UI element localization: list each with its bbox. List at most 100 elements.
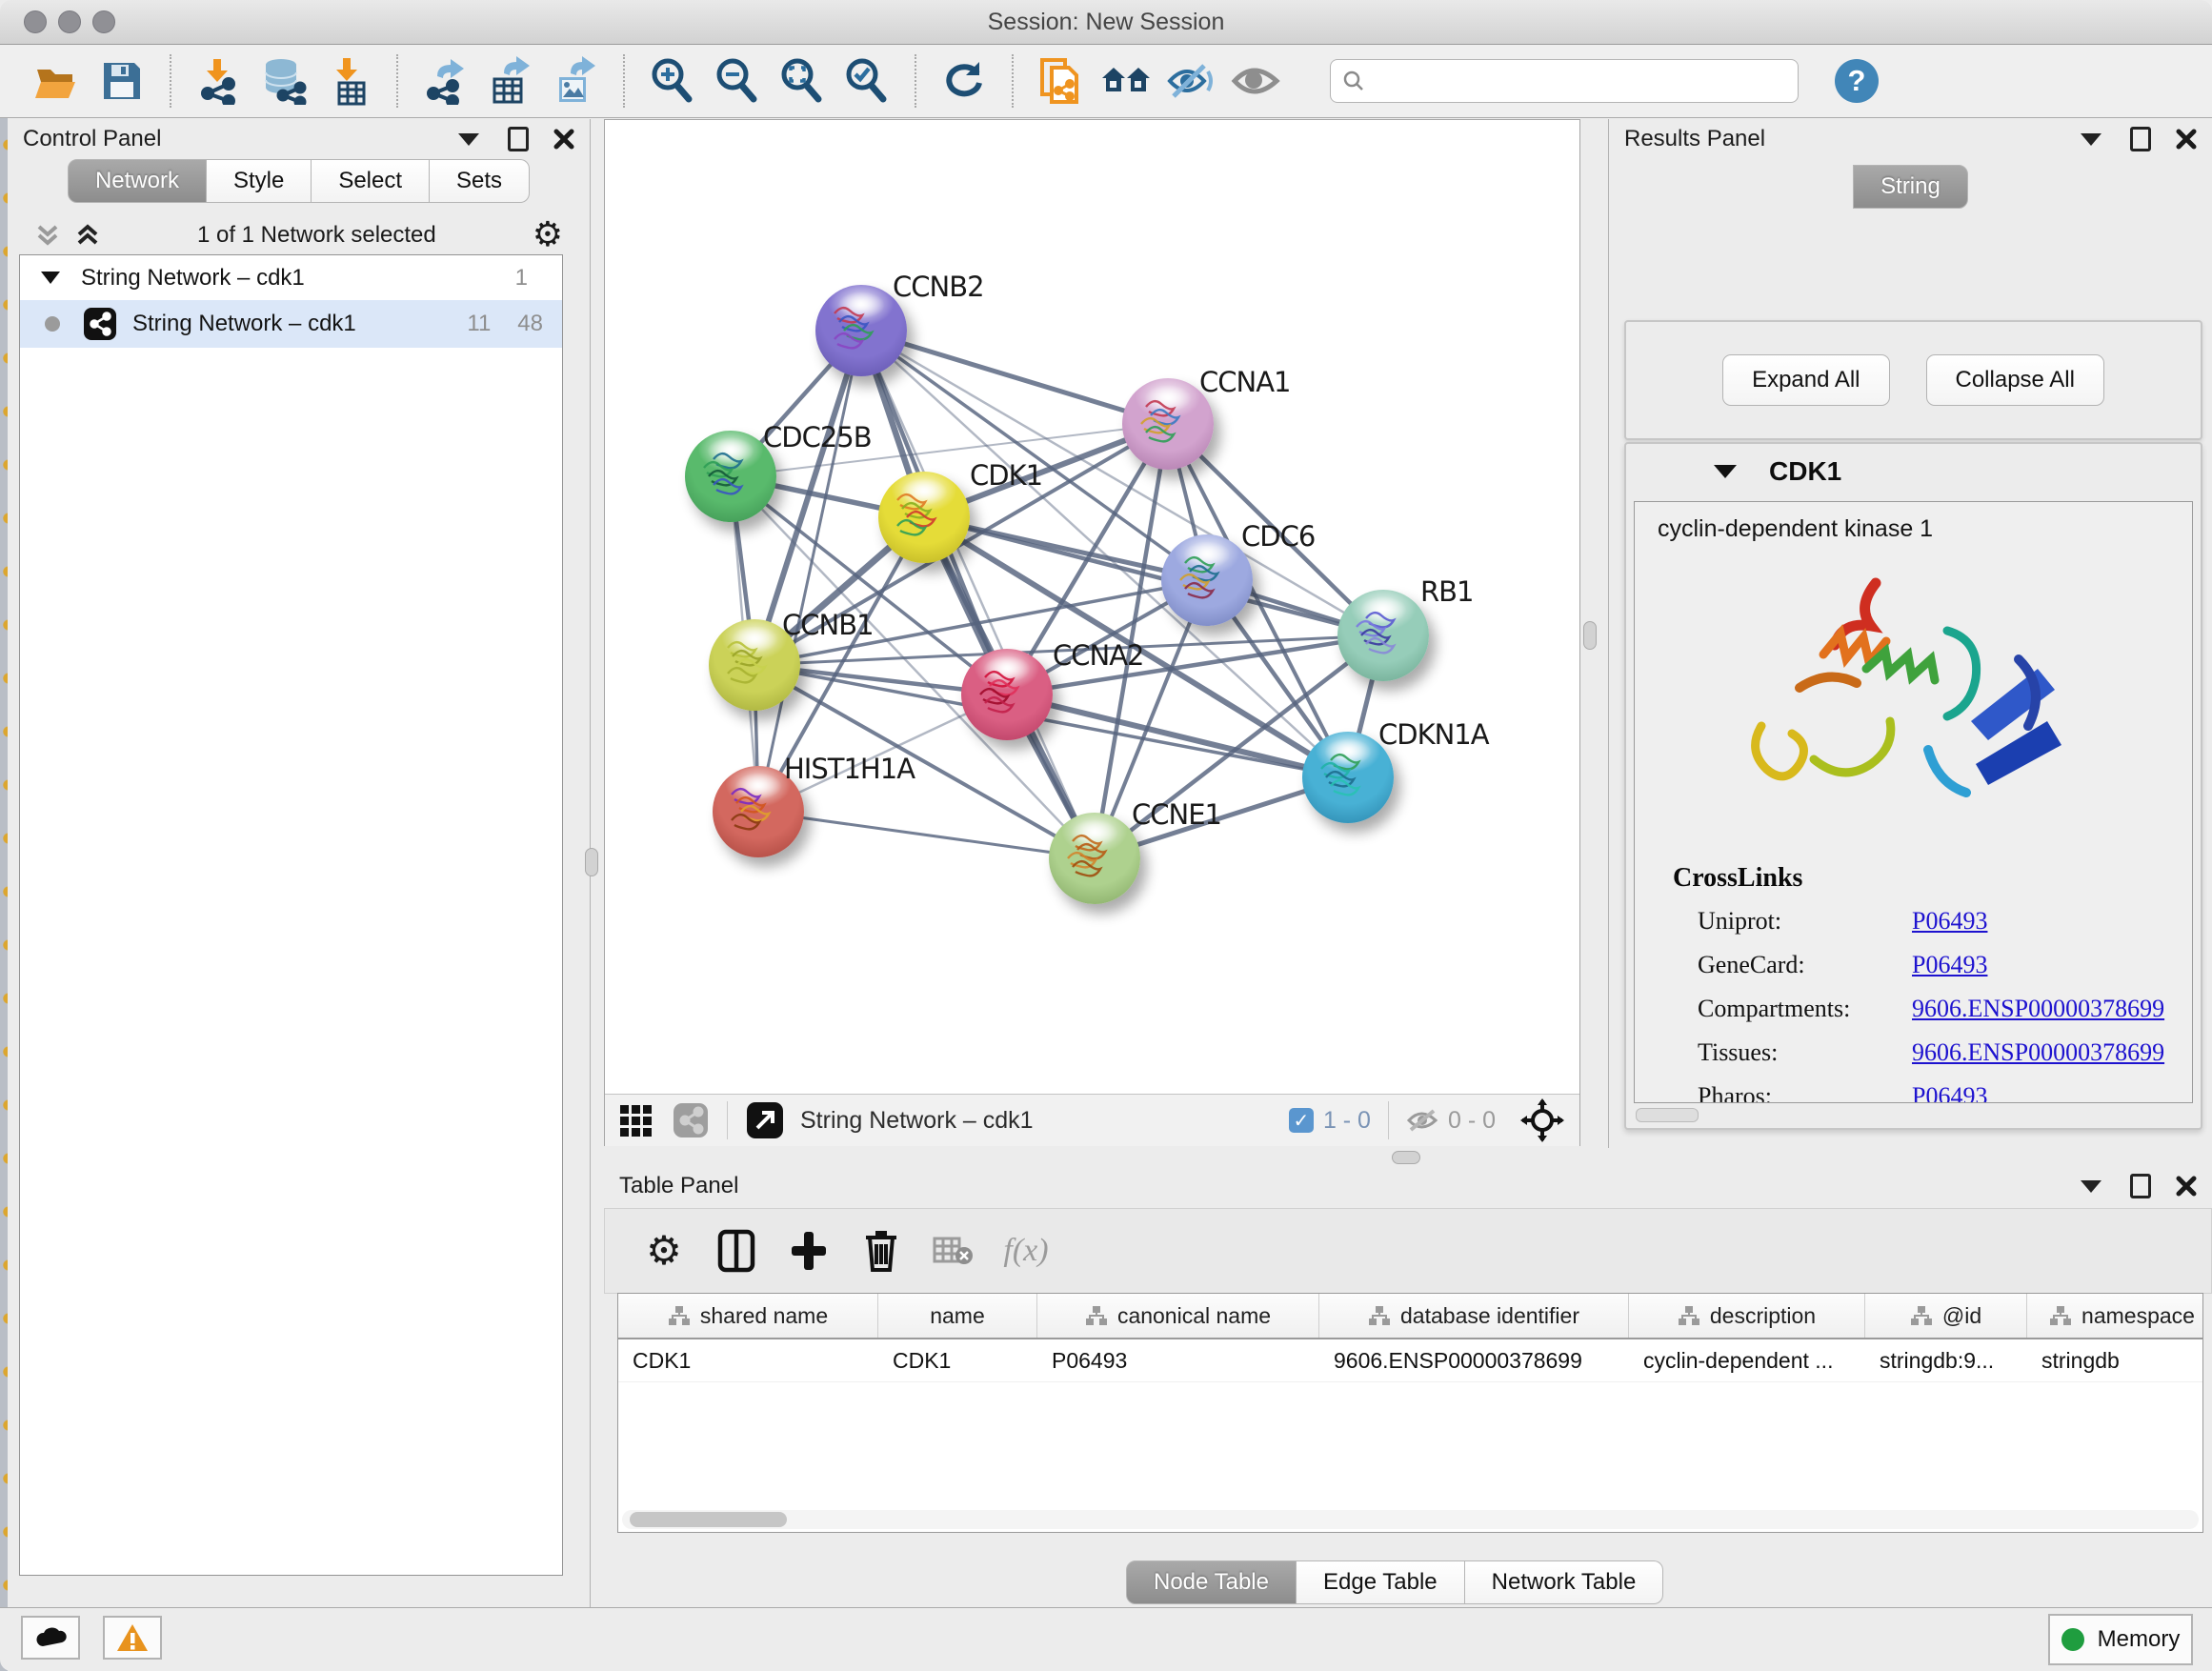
node-label-CCNA1: CCNA1 (1199, 366, 1290, 398)
table-cell[interactable]: CDK1 (878, 1339, 1037, 1381)
table-hscrollbar[interactable] (622, 1510, 2199, 1529)
maximize-window-button[interactable] (92, 10, 115, 33)
import-network-file-icon[interactable] (193, 55, 245, 107)
show-all-icon[interactable] (1230, 55, 1281, 107)
crosslink-link[interactable]: P06493 (1912, 1075, 1987, 1103)
function-builder-icon[interactable]: f(x) (999, 1224, 1053, 1278)
table-cell[interactable]: cyclin-dependent ... (1629, 1339, 1865, 1381)
import-network-database-icon[interactable] (258, 55, 310, 107)
delete-table-icon[interactable] (927, 1224, 980, 1278)
left-splitter-handle[interactable] (585, 848, 598, 876)
help-button[interactable]: ? (1835, 59, 1879, 103)
zoom-out-icon[interactable] (712, 55, 763, 107)
network-view-icon[interactable] (672, 1101, 710, 1139)
column-header-database-identifier[interactable]: database identifier (1319, 1294, 1629, 1338)
zoom-selected-icon[interactable] (841, 55, 893, 107)
edge-CCNB2-HIST1H1A[interactable] (758, 331, 861, 812)
duplicate-network-icon[interactable] (1036, 55, 1087, 107)
warnings-button[interactable] (103, 1616, 162, 1660)
memory-button[interactable]: Memory (2048, 1614, 2193, 1665)
minimize-window-button[interactable] (58, 10, 81, 33)
right-splitter-handle[interactable] (1583, 621, 1597, 650)
export-network-icon[interactable] (420, 55, 472, 107)
table-hscroll-thumb[interactable] (630, 1512, 787, 1527)
zoom-fit-icon[interactable] (776, 55, 828, 107)
tab-string[interactable]: String (1853, 165, 1968, 209)
table-options-gear-icon[interactable]: ⚙ (637, 1224, 691, 1278)
fit-selected-icon[interactable] (1520, 1098, 1564, 1142)
collection-expand-icon[interactable] (41, 272, 60, 284)
tab-select[interactable]: Select (312, 159, 430, 203)
table-cell[interactable]: 9606.ENSP00000378699 (1319, 1339, 1629, 1381)
column-header-namespace[interactable]: namespace (2027, 1294, 2203, 1338)
collapse-all-button[interactable]: Collapse All (1926, 354, 2104, 406)
column-header-description[interactable]: description (1629, 1294, 1865, 1338)
export-table-icon[interactable] (485, 55, 536, 107)
node-RB1[interactable] (1337, 590, 1429, 681)
tab-style[interactable]: Style (207, 159, 312, 203)
close-panel-icon[interactable] (553, 129, 574, 150)
export-image-icon[interactable] (550, 55, 601, 107)
collapse-all-icon[interactable] (34, 223, 61, 248)
tab-network[interactable]: Network (68, 159, 207, 203)
birds-eye-view-icon[interactable] (745, 1100, 785, 1140)
network-row-selected[interactable]: String Network – cdk1 11 48 (20, 300, 562, 348)
node-CDK1[interactable] (878, 472, 970, 563)
panel-menu-icon[interactable] (458, 133, 479, 146)
node-CCNE1[interactable] (1049, 813, 1140, 904)
save-session-icon[interactable] (96, 55, 148, 107)
crosslink-link[interactable]: 9606.ENSP00000378699 (1912, 987, 2164, 1031)
panel-menu-icon[interactable] (2081, 133, 2101, 146)
selected-checkbox-icon[interactable]: ✓ (1289, 1108, 1314, 1133)
open-session-icon[interactable] (31, 55, 83, 107)
search-input[interactable] (1375, 68, 1786, 95)
show-columns-icon[interactable] (710, 1224, 763, 1278)
float-panel-icon[interactable] (2130, 127, 2151, 151)
table-cell[interactable]: CDK1 (618, 1339, 878, 1381)
cloud-button[interactable] (21, 1616, 80, 1660)
float-panel-icon[interactable] (2130, 1174, 2151, 1198)
node-CCNA2[interactable] (961, 649, 1053, 740)
zoom-in-icon[interactable] (647, 55, 698, 107)
first-neighbors-icon[interactable] (1100, 55, 1152, 107)
expand-all-icon[interactable] (74, 223, 101, 248)
edge-HIST1H1A-CCNE1[interactable] (758, 812, 1095, 858)
results-hscroll-thumb[interactable] (1636, 1108, 1699, 1122)
tab-sets[interactable]: Sets (430, 159, 530, 203)
close-panel-icon[interactable] (2176, 1176, 2197, 1197)
float-panel-icon[interactable] (508, 127, 529, 151)
add-column-icon[interactable] (782, 1224, 835, 1278)
column-header-name[interactable]: name (878, 1294, 1037, 1338)
table-cell[interactable]: stringdb (2027, 1339, 2203, 1381)
column-header-canonical-name[interactable]: canonical name (1037, 1294, 1319, 1338)
table-cell[interactable]: stringdb:9... (1865, 1339, 2027, 1381)
crosslink-link[interactable]: P06493 (1912, 943, 1987, 987)
expand-all-button[interactable]: Expand All (1722, 354, 1889, 406)
table-row[interactable]: CDK1CDK1P064939606.ENSP00000378699cyclin… (618, 1339, 2202, 1382)
crosslink-link[interactable]: 9606.ENSP00000378699 (1912, 1031, 2164, 1075)
node-CDC6[interactable] (1161, 534, 1253, 626)
horizontal-splitter-handle[interactable] (1392, 1151, 1420, 1164)
crosslink-label: Uniprot: (1673, 899, 1912, 943)
column-header-@id[interactable]: @id (1865, 1294, 2027, 1338)
network-collection-row[interactable]: String Network – cdk1 1 (20, 255, 562, 300)
delete-column-icon[interactable] (855, 1224, 908, 1278)
tab-edge-table[interactable]: Edge Table (1297, 1560, 1465, 1604)
crosslink-link[interactable]: P06493 (1912, 899, 1987, 943)
node-result-header[interactable]: CDK1 (1626, 444, 2201, 499)
hide-selected-icon[interactable] (1165, 55, 1217, 107)
tab-node-table[interactable]: Node Table (1126, 1560, 1297, 1604)
table-cell[interactable]: P06493 (1037, 1339, 1319, 1381)
network-canvas[interactable]: CCNB2CCNA1CDC25BCDK1CDC6RB1CCNB1CCNA2CDK… (605, 120, 1579, 1094)
network-options-gear-icon[interactable]: ⚙ (533, 218, 563, 252)
close-panel-icon[interactable] (2176, 129, 2197, 150)
collapse-entry-icon[interactable] (1714, 465, 1737, 478)
search-field[interactable] (1330, 59, 1799, 103)
import-table-icon[interactable] (323, 55, 374, 107)
grid-view-icon[interactable] (618, 1101, 656, 1139)
refresh-view-icon[interactable] (938, 55, 990, 107)
tab-network-table[interactable]: Network Table (1465, 1560, 1664, 1604)
panel-menu-icon[interactable] (2081, 1180, 2101, 1193)
column-header-shared-name[interactable]: shared name (618, 1294, 878, 1338)
close-window-button[interactable] (24, 10, 47, 33)
